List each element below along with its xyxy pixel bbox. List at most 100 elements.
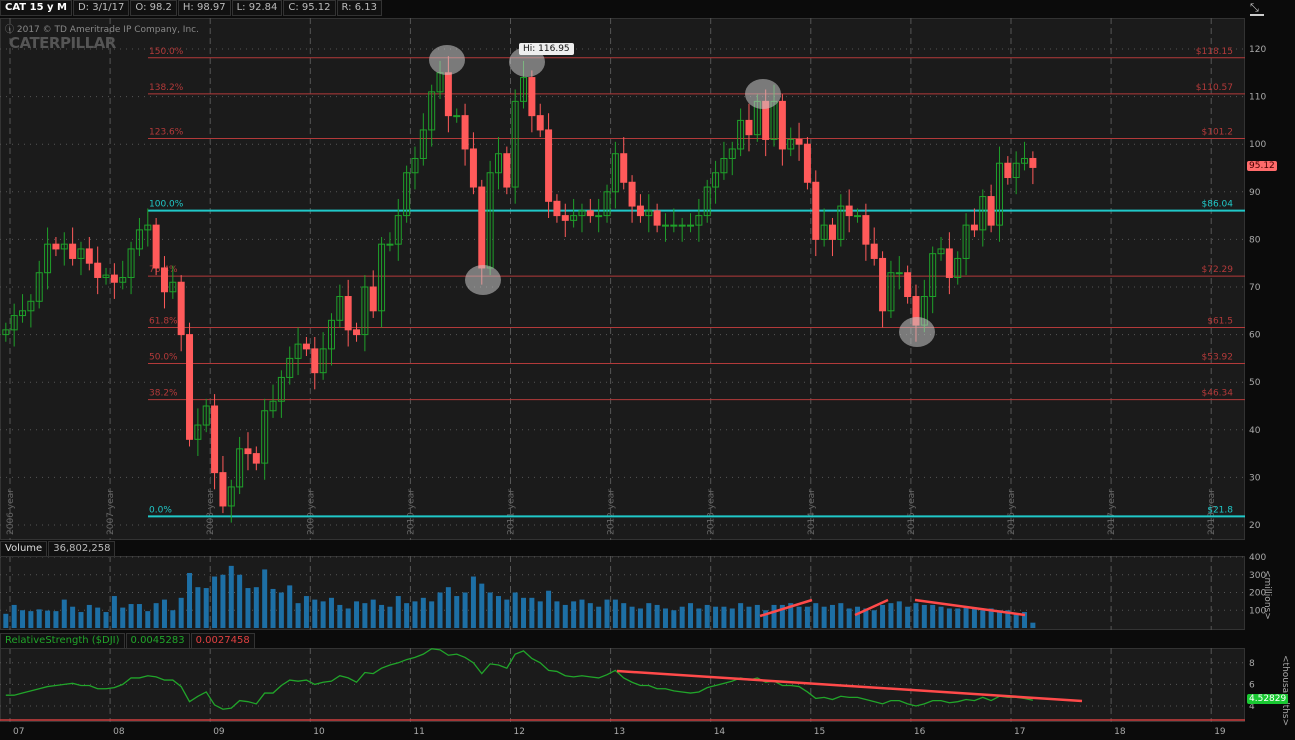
- x-tick-label: 09: [213, 727, 225, 737]
- volume-bar: [571, 601, 577, 628]
- price-tick-label: 90: [1249, 188, 1261, 198]
- volume-value: 36,802,258: [48, 541, 116, 557]
- volume-bar: [412, 601, 418, 628]
- volume-bar: [136, 604, 142, 628]
- volume-bar: [395, 596, 401, 628]
- fib-percent-label: 150.0%: [149, 47, 184, 57]
- candle-body: [745, 119, 753, 136]
- volume-bar: [303, 596, 309, 628]
- fib-price-label: $72.29: [1202, 265, 1234, 275]
- price-tick-label: 120: [1249, 45, 1266, 55]
- fib-price-label: $61.5: [1207, 316, 1233, 326]
- volume-bar: [880, 604, 886, 628]
- year-label: 2008 year: [206, 489, 216, 535]
- fib-price-label: $86.04: [1202, 200, 1234, 210]
- rs-value-2: 0.0027458: [190, 633, 255, 649]
- chart-canvas[interactable]: 07 2006 year 08 2007 year 09 2008 year 10 2009 …: [0, 0, 1295, 740]
- rs-tick-label: 8: [1249, 659, 1255, 669]
- volume-bar: [696, 608, 702, 628]
- volume-bar: [195, 587, 201, 628]
- volume-bar: [178, 597, 184, 628]
- price-tick-label: 40: [1249, 426, 1261, 436]
- volume-bar: [913, 603, 919, 628]
- volume-bar: [871, 610, 877, 628]
- volume-bar: [688, 603, 694, 628]
- volume-bar: [70, 606, 76, 628]
- candle-body: [252, 453, 260, 464]
- volume-bar: [754, 604, 760, 628]
- volume-bar: [36, 609, 42, 628]
- volume-bar: [470, 576, 476, 628]
- candle-body: [69, 243, 77, 259]
- volume-bar: [245, 588, 251, 628]
- volume-bar: [354, 601, 360, 628]
- x-tick-label: 14: [714, 727, 726, 737]
- highlight-ellipse: [429, 45, 465, 75]
- x-tick-label: 11: [413, 727, 424, 737]
- candle-body: [186, 334, 194, 440]
- rs-title[interactable]: RelativeStrength ($DJI): [0, 633, 125, 649]
- volume-bar: [53, 611, 59, 628]
- candle-body: [545, 129, 553, 202]
- candle-body: [870, 243, 878, 259]
- year-label: 2007 year: [106, 489, 116, 535]
- candle-body: [653, 210, 661, 226]
- volume-bar: [404, 603, 410, 628]
- volume-bar: [203, 588, 209, 628]
- volume-bar: [153, 603, 159, 628]
- price-tick-label: 70: [1249, 283, 1261, 293]
- volume-bar: [930, 604, 936, 628]
- volume-bar: [671, 610, 677, 628]
- x-tick-label: 12: [514, 727, 525, 737]
- candle-body: [987, 196, 995, 226]
- candle-body: [904, 272, 912, 298]
- volume-bar: [295, 603, 301, 628]
- volume-bar: [445, 587, 451, 628]
- volume-tick-label: 400: [1249, 553, 1266, 563]
- volume-bar: [495, 596, 501, 628]
- volume-bar: [103, 612, 109, 628]
- volume-bar: [379, 604, 385, 628]
- volume-bar: [45, 610, 51, 628]
- volume-bar: [896, 601, 902, 628]
- volume-bar: [20, 610, 26, 628]
- last-price-badge: 95.12: [1247, 161, 1277, 171]
- volume-bar: [855, 606, 861, 628]
- year-label: 2016 year: [1007, 489, 1017, 535]
- volume-bar: [713, 606, 719, 628]
- price-tick-label: 100: [1249, 140, 1266, 150]
- volume-bar: [1013, 613, 1019, 628]
- candle-body: [945, 248, 953, 278]
- volume-bar: [337, 604, 343, 628]
- candle-body: [244, 448, 252, 455]
- year-label: 2017 year: [1107, 489, 1117, 535]
- candle-body: [812, 181, 820, 240]
- volume-bar: [771, 604, 777, 628]
- rs-last-badge: 4.52829: [1247, 694, 1289, 704]
- volume-bar: [721, 606, 727, 628]
- price-tick-label: 60: [1249, 331, 1261, 341]
- volume-bar: [61, 599, 67, 628]
- candle-body: [854, 215, 862, 218]
- volume-bar: [612, 599, 618, 628]
- candle-body: [536, 115, 544, 131]
- rs-tick-label: 6: [1249, 680, 1255, 690]
- volume-bar: [145, 611, 151, 628]
- volume-bar: [270, 588, 276, 628]
- fib-price-label: $118.15: [1196, 47, 1233, 57]
- candle-body: [661, 224, 669, 227]
- volume-bar: [888, 603, 894, 628]
- volume-bar: [120, 607, 126, 628]
- volume-bar: [287, 585, 293, 628]
- candle-body: [353, 329, 361, 336]
- high-callout: Hi: 116.95: [519, 43, 574, 55]
- volume-bar: [262, 569, 268, 628]
- fib-price-label: $21.8: [1207, 505, 1233, 515]
- candle-body: [478, 186, 486, 269]
- volume-bar: [345, 608, 351, 628]
- volume-bar: [729, 608, 735, 628]
- year-label: 2006 year: [6, 489, 16, 535]
- candle-body: [219, 472, 227, 507]
- volume-bar: [704, 604, 710, 628]
- volume-bar: [228, 565, 234, 628]
